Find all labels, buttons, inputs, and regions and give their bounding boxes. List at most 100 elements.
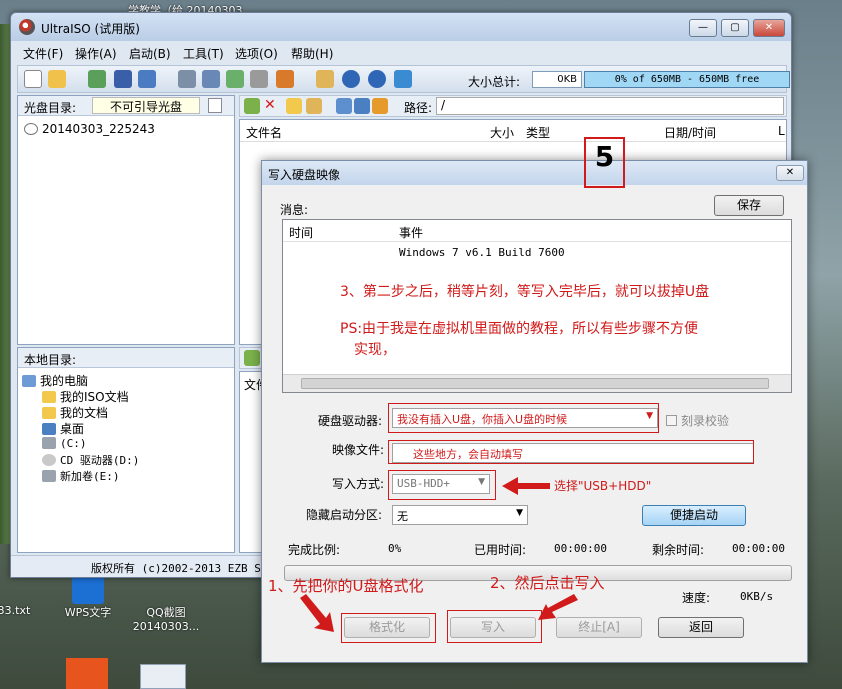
event-row: Windows 7 v6.1 Build 7600	[399, 246, 565, 259]
boot-status-field[interactable]: 不可引导光盘	[92, 97, 200, 114]
checkbox-icon	[666, 415, 677, 426]
cd-icon	[24, 123, 38, 135]
horizontal-scrollbar[interactable]	[283, 374, 791, 392]
annotation-step3: 3、第二步之后，稍等片刻，等写入完毕后，就可以拔掉U盘	[340, 284, 710, 300]
col-event[interactable]: 事件	[399, 224, 423, 241]
elapsed-label: 已用时间:	[474, 543, 527, 557]
view-icon[interactable]	[372, 98, 388, 114]
desktop-icon-qq-screenshot[interactable]: QQ截图 20140303...	[126, 604, 206, 633]
tree-my-iso[interactable]: 我的ISO文档	[42, 388, 129, 405]
up-icon[interactable]	[244, 350, 260, 366]
tree-my-computer[interactable]: 我的电脑	[22, 372, 88, 389]
messages-label: 消息:	[280, 203, 309, 217]
hidden-partition-select[interactable]: 无 ▼	[392, 505, 528, 525]
annotation-ps-line1: PS:由于我是在虚拟机里面做的教程，所以有些步骤不方便	[340, 321, 699, 337]
close-button[interactable]: ✕	[753, 19, 785, 37]
capacity-bar: 0% of 650MB - 650MB free	[584, 71, 790, 88]
wps-writer-icon	[72, 576, 104, 604]
return-button[interactable]: 返回	[658, 617, 744, 638]
menu-tools[interactable]: 工具(T)	[183, 45, 224, 62]
tree-desktop[interactable]: 桌面	[42, 420, 84, 437]
new-folder-icon[interactable]	[286, 98, 302, 114]
make-cd-icon[interactable]	[178, 70, 196, 88]
thumbnail-icon[interactable]	[140, 664, 186, 689]
tree-my-documents[interactable]: 我的文档	[42, 404, 108, 421]
extract-icon[interactable]	[88, 70, 106, 88]
burn-icon[interactable]	[250, 70, 268, 88]
cd-tree-item[interactable]: 20140303_225243	[24, 122, 155, 136]
col-datetime[interactable]: 日期/时间	[664, 124, 716, 141]
virtual-drive-icon[interactable]	[276, 70, 294, 88]
tree-drive-e[interactable]: 新加卷(E:)	[42, 468, 120, 484]
remaining-label: 剩余时间:	[652, 543, 705, 557]
remaining-value: 00:00:00	[732, 542, 785, 555]
speed-value: 0KB/s	[740, 590, 774, 603]
title-bar: UltraISO (试用版) — ▢ ✕	[11, 13, 791, 41]
settings-icon[interactable]	[354, 98, 370, 114]
compress-icon[interactable]	[202, 70, 220, 88]
save-as-icon[interactable]	[138, 70, 156, 88]
menu-options[interactable]: 选项(O)	[235, 45, 278, 62]
maximize-button[interactable]: ▢	[721, 19, 749, 37]
desktop-icon-txt[interactable]: 33.txt	[0, 604, 34, 617]
local-directory-header: 本地目录:	[18, 348, 234, 368]
file-toolbar: ✕ 路径: /	[239, 95, 787, 117]
open-icon[interactable]	[48, 70, 66, 88]
scroll-thumb[interactable]	[301, 378, 769, 389]
menu-help[interactable]: 帮助(H)	[291, 45, 333, 62]
write-method-label: 写入方式:	[332, 477, 385, 491]
dialog-title-bar: 写入硬盘映像 ✕	[262, 161, 807, 185]
drive-icon	[42, 437, 56, 449]
mount-icon[interactable]	[226, 70, 244, 88]
refresh-icon[interactable]	[336, 98, 352, 114]
drive-highlight-box	[388, 403, 659, 433]
desktop-icon-wps[interactable]: WPS文字	[58, 604, 118, 620]
save-log-button[interactable]: 保存	[714, 195, 784, 216]
menu-file[interactable]: 文件(F)	[23, 45, 63, 62]
col-filename[interactable]: 文件名	[246, 124, 282, 141]
dialog-close-button[interactable]: ✕	[776, 165, 804, 181]
ultraiso-logo-icon	[19, 19, 35, 35]
image-file-label: 映像文件:	[332, 443, 385, 457]
minimize-button[interactable]: —	[689, 19, 717, 37]
cd-drive-icon	[42, 454, 56, 466]
local-file-list: 文件	[239, 371, 268, 553]
options-icon[interactable]	[316, 70, 334, 88]
col-l[interactable]: L	[778, 124, 785, 138]
save-icon[interactable]	[114, 70, 132, 88]
path-label: 路径:	[404, 101, 433, 115]
computer-icon	[22, 375, 36, 387]
menu-boot[interactable]: 启动(B)	[129, 45, 171, 62]
done-ratio-value: 0%	[388, 542, 402, 555]
new-icon[interactable]	[24, 70, 42, 88]
exit-icon[interactable]	[394, 70, 412, 88]
drive-label: 硬盘驱动器:	[318, 414, 383, 428]
step-five-number: 5	[594, 140, 615, 173]
tree-drive-c[interactable]: (C:)	[42, 436, 87, 450]
format-highlight-box	[341, 613, 436, 643]
help-icon[interactable]	[368, 70, 386, 88]
up-icon[interactable]	[244, 98, 260, 114]
rename-icon[interactable]	[306, 98, 322, 114]
verify-checkbox[interactable]: 刻录校验	[666, 412, 729, 429]
col-type[interactable]: 类型	[526, 124, 550, 141]
boot-properties-icon[interactable]	[208, 98, 222, 113]
wps-presentation-icon[interactable]	[66, 658, 108, 689]
folder-icon	[42, 391, 56, 403]
local-toolbar	[239, 347, 263, 369]
chevron-down-icon: ▼	[516, 508, 523, 518]
quick-boot-button[interactable]: 便捷启动	[642, 505, 746, 526]
info-icon[interactable]	[342, 70, 360, 88]
drive-icon	[42, 470, 56, 482]
path-field[interactable]: /	[436, 97, 784, 115]
delete-icon[interactable]: ✕	[264, 98, 280, 114]
col-time[interactable]: 时间	[289, 224, 313, 241]
tree-drive-d[interactable]: CD 驱动器(D:)	[42, 452, 139, 468]
dialog-title: 写入硬盘映像	[268, 168, 341, 182]
write-highlight-box	[447, 610, 542, 643]
speed-label: 速度:	[682, 591, 711, 605]
col-size[interactable]: 大小	[490, 124, 514, 141]
menu-actions[interactable]: 操作(A)	[75, 45, 117, 62]
annotation-step2: 2、然后点击写入	[490, 574, 605, 592]
size-total-label: 大小总计:	[468, 75, 521, 89]
